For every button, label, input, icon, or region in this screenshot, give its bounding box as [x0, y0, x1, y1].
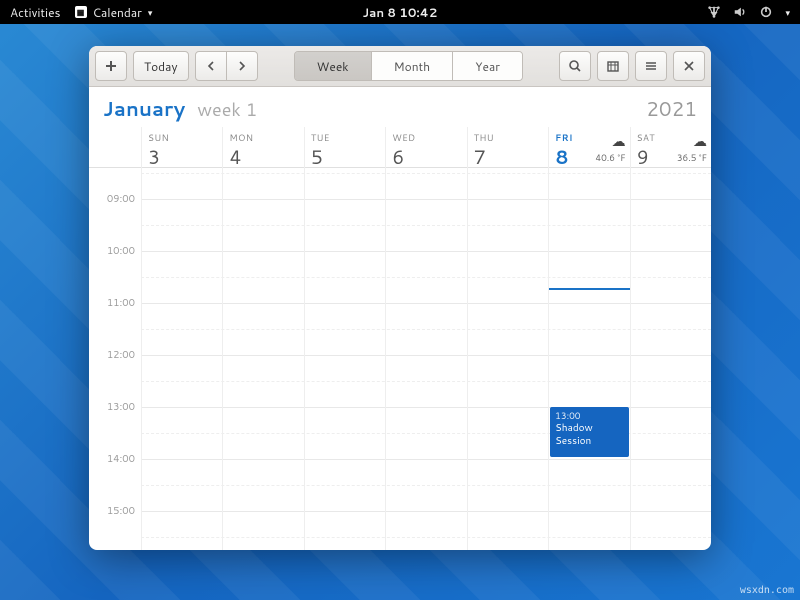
week-label: week 1: [197, 96, 257, 122]
calendar-window: Today Week Month Year: [89, 46, 711, 550]
clock[interactable]: Jan 8 10:42: [363, 4, 438, 21]
hour-label: 11:00: [89, 296, 135, 310]
header-bar: Today Week Month Year: [89, 46, 711, 87]
day-headers: SUN3MON4TUE5WED6THU7FRI8☁40.6 °FSAT9☁36.…: [89, 127, 711, 168]
day-column[interactable]: [630, 168, 711, 550]
view-year-tab[interactable]: Year: [452, 52, 522, 80]
prev-button[interactable]: [195, 51, 227, 81]
temperature: 40.6 °F: [595, 151, 625, 164]
search-button[interactable]: [559, 51, 591, 81]
dow-label: WED: [392, 131, 460, 144]
day-number: 3: [148, 144, 216, 171]
hour-label: 14:00: [89, 452, 135, 466]
day-column[interactable]: [304, 168, 385, 550]
day-number: 5: [311, 144, 379, 171]
gnome-top-bar: Activities ▦ Calendar ▾ Jan 8 10:42 ▾: [0, 0, 800, 24]
power-icon[interactable]: [759, 5, 773, 19]
next-button[interactable]: [226, 51, 258, 81]
hour-label: 10:00: [89, 244, 135, 258]
chevron-down-icon: ▾: [148, 6, 153, 19]
calendar-app-icon: ▦: [75, 6, 87, 18]
temperature: 36.5 °F: [677, 151, 707, 164]
day-column[interactable]: [141, 168, 222, 550]
today-button[interactable]: Today: [133, 51, 189, 81]
app-menu[interactable]: ▦ Calendar ▾: [75, 4, 153, 21]
new-event-button[interactable]: [95, 51, 127, 81]
weather: ☁40.6 °F: [595, 131, 625, 164]
year-label: 2021: [646, 95, 697, 123]
hour-label: 13:00: [89, 400, 135, 414]
cloud-icon: ☁: [677, 131, 707, 151]
view-week-tab[interactable]: Week: [295, 52, 371, 80]
current-time-indicator: [549, 288, 629, 290]
calendar-event[interactable]: 13:00Shadow Session: [550, 407, 628, 456]
day-column[interactable]: [385, 168, 466, 550]
view-month-tab[interactable]: Month: [371, 52, 453, 80]
date-header: January week 1 2021: [89, 87, 711, 127]
month-label: January: [103, 95, 185, 123]
hour-label: 09:00: [89, 192, 135, 206]
dow-label: THU: [474, 131, 542, 144]
plus-icon: [104, 59, 118, 73]
day-column[interactable]: 13:00Shadow Session: [548, 168, 629, 550]
day-column[interactable]: [222, 168, 303, 550]
day-number: 4: [229, 144, 297, 171]
dow-label: MON: [229, 131, 297, 144]
volume-icon[interactable]: [733, 5, 747, 19]
dow-label: TUE: [311, 131, 379, 144]
calendar-grid-icon: [606, 59, 620, 73]
close-icon: [683, 60, 695, 72]
event-time: 13:00: [555, 410, 623, 422]
app-menu-label: Calendar: [93, 4, 142, 21]
calendars-button[interactable]: [597, 51, 629, 81]
network-icon[interactable]: [707, 5, 721, 19]
weather: ☁36.5 °F: [677, 131, 707, 164]
chevron-right-icon: [237, 61, 247, 71]
chevron-left-icon: [206, 61, 216, 71]
event-title: Shadow Session: [555, 422, 623, 448]
view-switcher: Week Month Year: [294, 51, 523, 81]
week-grid[interactable]: 09:00 10:00 11:00 12:00 13:00 14:00 15:00 13:0…: [89, 168, 711, 550]
hour-label: 15:00: [89, 504, 135, 518]
search-icon: [568, 59, 582, 73]
watermark: wsxdn.com: [740, 585, 794, 596]
activities-button[interactable]: Activities: [10, 4, 61, 21]
day-number: 6: [392, 144, 460, 171]
menu-button[interactable]: [635, 51, 667, 81]
hamburger-icon: [644, 59, 658, 73]
hour-label: 12:00: [89, 348, 135, 362]
close-button[interactable]: [673, 51, 705, 81]
cloud-icon: ☁: [595, 131, 625, 151]
day-column[interactable]: [467, 168, 548, 550]
system-menu-chevron-icon[interactable]: ▾: [785, 6, 790, 19]
day-number: 7: [474, 144, 542, 171]
dow-label: SUN: [148, 131, 216, 144]
